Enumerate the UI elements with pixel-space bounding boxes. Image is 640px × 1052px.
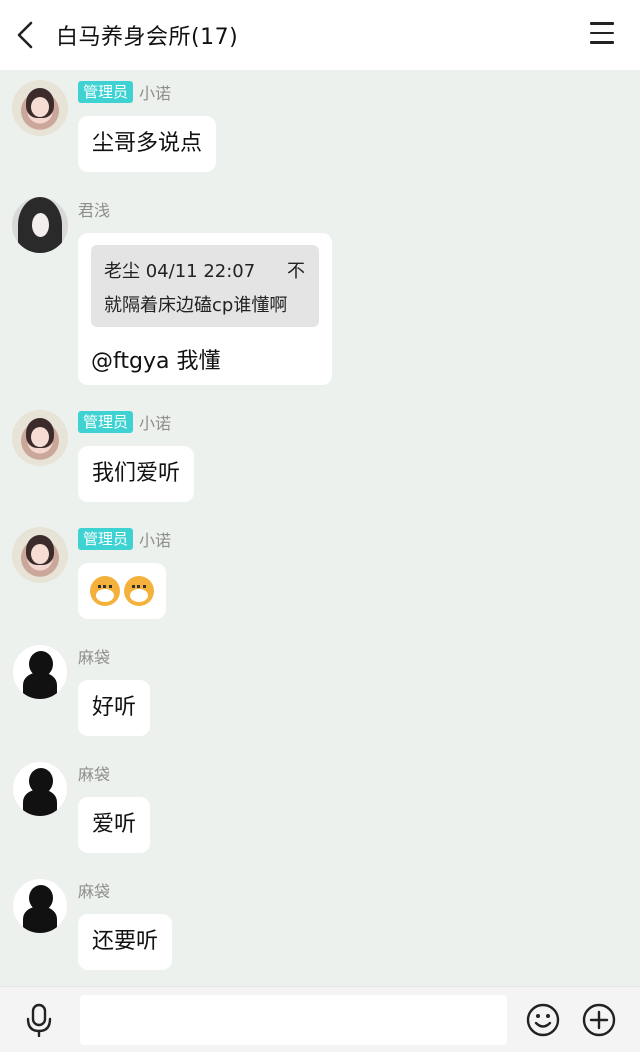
input-toolbar: [0, 986, 640, 1052]
quote-header: 老尘 04/11 22:07: [104, 257, 255, 283]
message-bubble[interactable]: 爱听: [78, 797, 151, 853]
message-bubble[interactable]: 尘哥多说点: [78, 116, 217, 172]
avatar[interactable]: [12, 878, 68, 934]
admin-badge: 管理员: [78, 411, 134, 433]
sender-name: 麻袋: [78, 882, 111, 901]
hamburger-line: [590, 31, 614, 35]
message-meta: 管理员 小诺: [78, 527, 171, 551]
message-meta: 管理员 小诺: [78, 410, 171, 434]
more-button[interactable]: [582, 1003, 616, 1037]
sender-name: 君浅: [78, 201, 111, 220]
quote-message-bubble[interactable]: 老尘 04/11 22:07 不 就隔着床边磕cp谁懂啊 @ftgya 我懂: [78, 233, 332, 385]
sender-name: 麻袋: [78, 648, 111, 667]
quote-text: 就隔着床边磕cp谁懂啊: [104, 295, 288, 316]
hamburger-line: [590, 41, 614, 44]
message-meta: 麻袋: [78, 644, 110, 668]
admin-badge: 管理员: [78, 528, 134, 550]
hamburger-menu-icon: [590, 22, 614, 25]
back-button[interactable]: [0, 0, 52, 70]
message-meta: 麻袋: [78, 761, 110, 785]
message-list[interactable]: 管理员 小诺 尘哥多说点 君浅 老尘 04/11 22:07 不 就隔着床边磕c…: [0, 70, 640, 986]
message-bubble[interactable]: 还要听: [78, 914, 173, 970]
emoji-button[interactable]: [526, 1003, 560, 1037]
plus-circle-icon: [582, 1003, 616, 1037]
chevron-left-icon: [17, 21, 33, 49]
dog-emoji-icon: [90, 576, 120, 606]
sender-name: 小诺: [139, 84, 172, 103]
emoji-message-bubble[interactable]: [78, 563, 166, 619]
avatar[interactable]: [12, 761, 68, 817]
quote-author: 老尘: [104, 261, 140, 282]
menu-button[interactable]: [590, 22, 616, 48]
reply-text: @ftgya 我懂: [91, 349, 221, 374]
message-meta: 管理员 小诺: [78, 80, 171, 104]
chat-title: 白马养身会所(17): [56, 25, 239, 50]
avatar[interactable]: [12, 197, 68, 253]
message-bubble[interactable]: 我们爱听: [78, 446, 195, 502]
message-bubble[interactable]: 好听: [78, 680, 151, 736]
sender-name: 小诺: [139, 531, 172, 550]
sender-name: 小诺: [139, 414, 172, 433]
admin-badge: 管理员: [78, 81, 134, 103]
voice-button[interactable]: [24, 1003, 54, 1038]
message-meta: 麻袋: [78, 878, 110, 902]
quote-close-mark: 不: [287, 261, 305, 282]
message-meta: 君浅: [78, 197, 110, 221]
microphone-icon: [26, 1003, 52, 1038]
chat-header: 白马养身会所(17): [0, 0, 640, 70]
quoted-message[interactable]: 老尘 04/11 22:07 不 就隔着床边磕cp谁懂啊: [91, 245, 319, 327]
avatar[interactable]: [12, 527, 68, 583]
message-input[interactable]: [80, 995, 507, 1045]
quote-time: 04/11 22:07: [145, 261, 256, 282]
smiley-icon: [526, 1003, 560, 1037]
avatar[interactable]: [12, 80, 68, 136]
sender-name: 麻袋: [78, 765, 111, 784]
avatar[interactable]: [12, 410, 68, 466]
avatar[interactable]: [12, 644, 68, 700]
dog-emoji-icon: [124, 576, 154, 606]
